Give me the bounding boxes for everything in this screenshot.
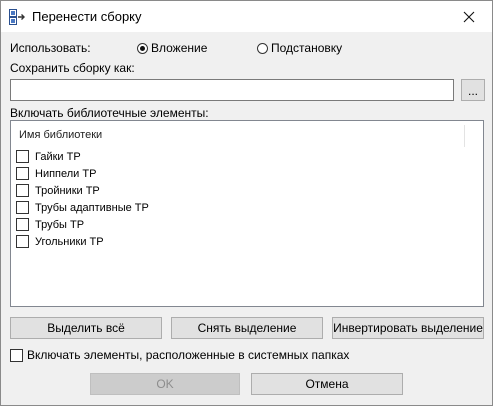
column-divider[interactable] (464, 125, 465, 147)
list-item[interactable]: Тройники ТР (16, 182, 100, 199)
window-title: Перенести сборку (32, 9, 142, 24)
radio-embed-label: Вложение (151, 41, 208, 55)
library-list[interactable]: Имя библиотеки Гайки ТР Ниппели ТР Тройн… (10, 120, 484, 307)
radio-substitute-indicator[interactable] (257, 42, 268, 54)
select-all-button[interactable]: Выделить всё (10, 317, 162, 339)
system-folders-checkbox[interactable] (10, 348, 23, 362)
list-item-checkbox[interactable] (16, 201, 29, 214)
list-item-label: Тройники ТР (35, 184, 100, 197)
system-folders-label: Включать элементы, расположенные в систе… (27, 348, 350, 362)
list-item-checkbox[interactable] (16, 184, 29, 197)
close-icon (463, 11, 475, 22)
radio-substitute-label: Подстановку (271, 41, 343, 55)
browse-button[interactable]: ... (461, 79, 485, 101)
list-item-checkbox[interactable] (16, 235, 29, 248)
save-path-input[interactable] (10, 79, 454, 101)
list-item-checkbox[interactable] (16, 218, 29, 231)
column-header-library-name[interactable]: Имя библиотеки (19, 129, 102, 141)
radio-substitute[interactable]: Подстановку (257, 41, 342, 55)
list-item[interactable]: Угольники ТР (16, 233, 104, 250)
list-item-label: Трубы ТР (35, 218, 85, 231)
list-item-checkbox[interactable] (16, 150, 29, 163)
invert-selection-button[interactable]: Инвертировать выделение (332, 317, 484, 339)
list-item[interactable]: Трубы адаптивные ТР (16, 199, 149, 216)
clear-selection-button[interactable]: Снять выделение (171, 317, 323, 339)
radio-embed[interactable]: Вложение (137, 41, 207, 55)
list-item-label: Ниппели ТР (35, 167, 97, 180)
list-item[interactable]: Трубы ТР (16, 216, 84, 233)
list-item-checkbox[interactable] (16, 167, 29, 180)
save-as-label: Сохранить сборку как: (10, 61, 135, 75)
list-item-label: Трубы адаптивные ТР (35, 201, 149, 214)
system-folders-option[interactable]: Включать элементы, расположенные в систе… (10, 348, 349, 362)
cancel-button[interactable]: Отмена (251, 373, 403, 395)
ok-button[interactable]: OK (90, 373, 240, 395)
assembly-transfer-icon (9, 9, 25, 25)
list-item[interactable]: Гайки ТР (16, 148, 81, 165)
title-bar: Перенести сборку (1, 1, 492, 32)
transfer-assembly-dialog: Перенести сборку Использовать: Вложение … (0, 0, 493, 406)
list-item-label: Угольники ТР (35, 235, 104, 248)
close-button[interactable] (446, 1, 492, 32)
radio-embed-indicator[interactable] (137, 42, 148, 54)
list-item-label: Гайки ТР (35, 150, 81, 163)
use-label: Использовать: (10, 41, 91, 55)
library-label: Включать библиотечные элементы: (10, 106, 209, 120)
list-item[interactable]: Ниппели ТР (16, 165, 96, 182)
